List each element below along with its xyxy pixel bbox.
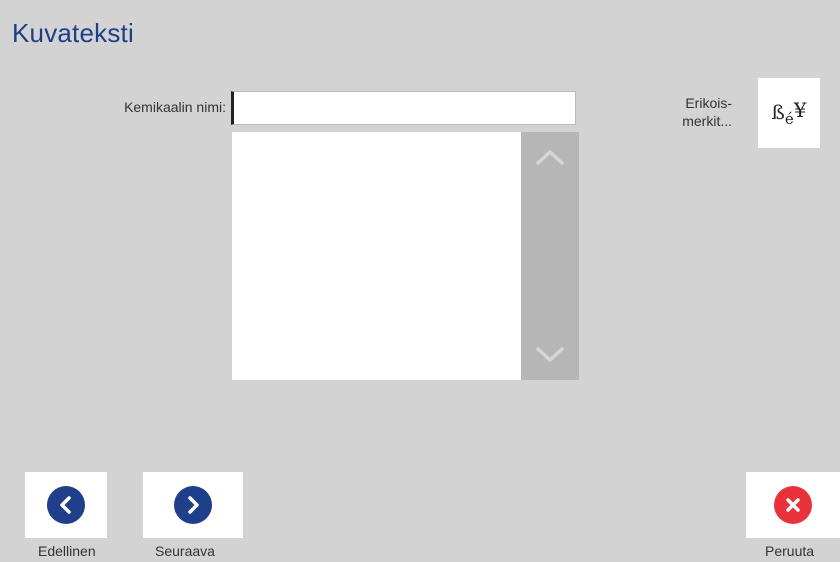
- next-circle: [174, 486, 212, 524]
- glyph-eszett: ß: [771, 99, 785, 124]
- previous-circle: [47, 486, 85, 524]
- special-characters-button[interactable]: ßé¥: [758, 78, 820, 148]
- special-characters-icon: ßé¥: [772, 100, 807, 127]
- suggestion-list[interactable]: [232, 132, 521, 380]
- scroll-down-button[interactable]: [521, 330, 579, 380]
- cancel-circle: [774, 486, 812, 524]
- page-title: Kuvateksti: [12, 18, 134, 48]
- special-characters-label: Erikois- merkit...: [640, 94, 732, 130]
- chevron-down-icon: [536, 347, 564, 362]
- previous-label: Edellinen: [38, 543, 96, 559]
- next-button[interactable]: [143, 472, 243, 538]
- glyph-yen: ¥: [793, 97, 807, 122]
- chevron-left-icon: [60, 496, 71, 514]
- previous-button[interactable]: [25, 472, 107, 538]
- cancel-label: Peruuta: [765, 543, 815, 559]
- chemical-name-input[interactable]: [231, 91, 576, 125]
- special-characters-label-line1: Erikois-: [685, 95, 732, 111]
- chevron-up-icon: [536, 150, 564, 165]
- cancel-button[interactable]: [746, 472, 840, 538]
- glyph-e-acute: é: [784, 109, 794, 128]
- next-label: Seuraava: [155, 543, 215, 559]
- scroll-up-button[interactable]: [521, 132, 579, 182]
- list-scrollbar[interactable]: [521, 132, 579, 380]
- chemical-name-label: Kemikaalin nimi:: [124, 99, 226, 115]
- chevron-right-icon: [188, 496, 199, 514]
- special-characters-label-line2: merkit...: [682, 113, 732, 129]
- close-icon: [786, 498, 800, 512]
